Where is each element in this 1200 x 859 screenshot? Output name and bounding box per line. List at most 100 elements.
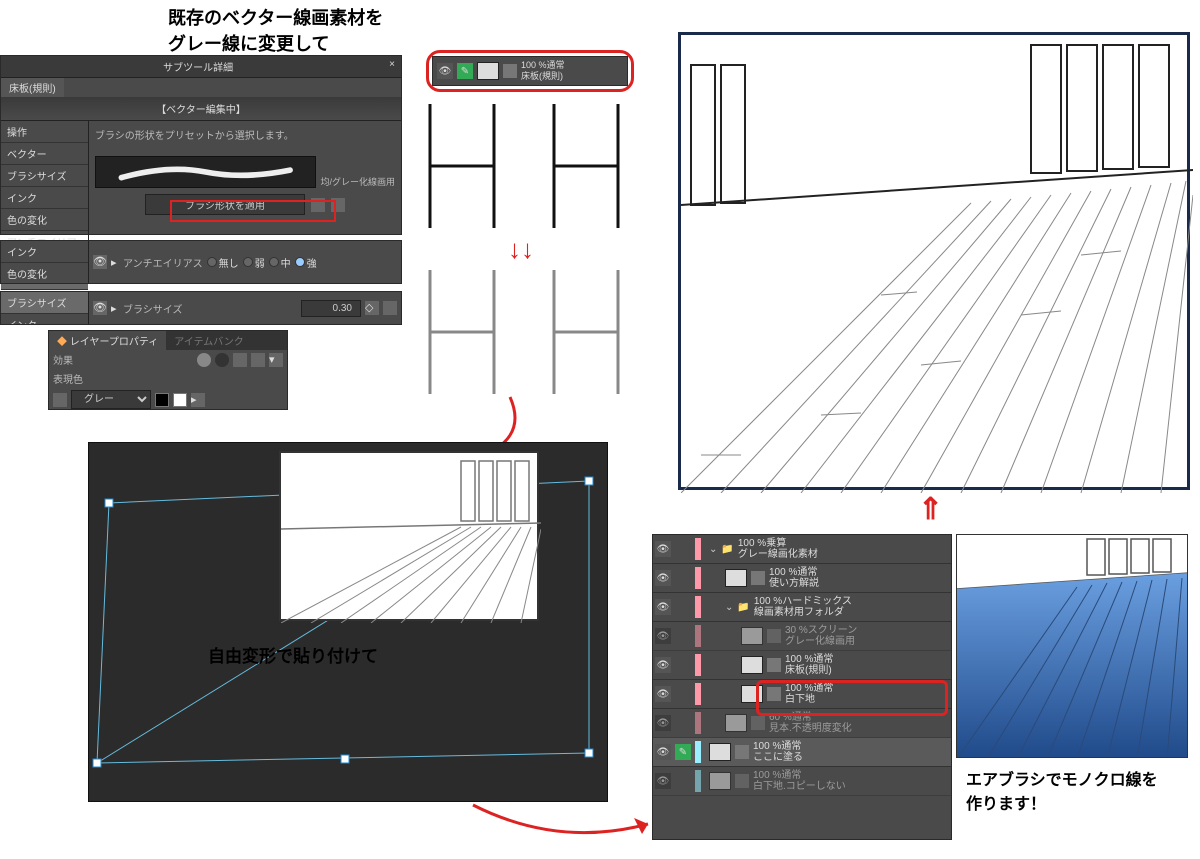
layerprop-panel: ◆ レイヤープロパティ アイテムバンク 効果 ▾ 表現色 グレー ▸	[48, 330, 288, 410]
eye-icon[interactable]: 👁	[655, 628, 671, 644]
eye-icon[interactable]: 👁	[655, 773, 671, 789]
cat-ink2[interactable]: インク	[1, 241, 88, 263]
layer-name: 線画素材用フォルダ	[754, 607, 852, 618]
color-tag	[695, 654, 701, 676]
folder-icon: 📁	[737, 602, 749, 613]
subtool-titlebar: サブツール詳細 ×	[1, 56, 401, 78]
pressure-icon[interactable]	[383, 301, 397, 315]
cat-colorchange[interactable]: 色の変化	[1, 209, 88, 231]
eye-icon[interactable]: 👁	[93, 301, 107, 315]
arrow-up: ⇑	[918, 492, 943, 527]
cat-colorchange2[interactable]: 色の変化	[1, 263, 88, 283]
aa-none[interactable]: 無し	[207, 255, 239, 270]
layer-row[interactable]: 👁 30 %スクリーングレー化線画用	[653, 622, 951, 651]
eye-icon[interactable]: 👁	[655, 541, 671, 557]
pen-icon[interactable]: ✎	[675, 744, 691, 760]
folder-toggle-icon[interactable]: ⌄	[709, 544, 717, 555]
antialias-panel: インク 色の変化 アンチエイリアス 👁 ▸ アンチエイリアス 無し 弱 中 強	[0, 240, 402, 284]
pattern-before	[418, 104, 644, 228]
layer-mode: 100 %乗算	[738, 538, 818, 549]
color-label: 表現色	[53, 371, 83, 386]
folder-toggle-icon[interactable]: ⌄	[725, 602, 733, 613]
eye-icon[interactable]: 👁	[655, 599, 671, 615]
cat-brushsize2[interactable]: ブラシサイズ	[1, 292, 88, 314]
cat-brushsize[interactable]: ブラシサイズ	[1, 165, 88, 187]
mask-icon	[751, 716, 765, 730]
eye-icon[interactable]: 👁	[655, 570, 671, 586]
brushsize-panel: ブラシサイズ インク 👁 ▸ ブラシサイズ ◇	[0, 291, 402, 325]
layer-name: グレー化線画用	[785, 636, 857, 647]
mask-icon	[735, 745, 749, 759]
aa-strong[interactable]: 強	[295, 255, 317, 270]
close-icon[interactable]: ×	[389, 59, 395, 74]
eye-icon[interactable]: 👁	[655, 744, 671, 760]
layer-mode: 100 %ハードミックス	[754, 596, 852, 607]
effect-btn1[interactable]	[197, 353, 211, 367]
aa-weak[interactable]: 弱	[243, 255, 265, 270]
layer-name: 見本.不透明度変化	[769, 723, 852, 734]
effect-btn3[interactable]	[233, 353, 247, 367]
color-tag	[695, 538, 701, 560]
color-mode-select[interactable]: グレー	[71, 390, 151, 409]
eye-icon[interactable]: 👁	[655, 686, 671, 702]
annotation-chip-highlight	[426, 50, 634, 92]
brush-preview[interactable]	[95, 156, 316, 188]
swatch-white[interactable]	[173, 393, 187, 407]
layer-row[interactable]: 👁✎100 %通常ここに塗る	[653, 738, 951, 767]
mask-icon	[751, 571, 765, 585]
color-tag	[695, 625, 701, 647]
layer-thumb	[709, 772, 731, 790]
eye-icon[interactable]: 👁	[655, 715, 671, 731]
pattern-after	[418, 270, 644, 394]
subtool-title: サブツール詳細	[7, 59, 389, 74]
subtool-categories: 操作 ベクター ブラシサイズ インク 色の変化 アンチエイリアス ブラシ形状	[1, 121, 89, 249]
layer-thumb	[741, 656, 763, 674]
stepper-icon[interactable]: ◇	[365, 301, 379, 315]
aa-mid[interactable]: 中	[269, 255, 291, 270]
tab-layerprop[interactable]: ◆ レイヤープロパティ	[49, 331, 166, 350]
layer-thumb	[725, 569, 747, 587]
layer-mode: 100 %通常	[785, 654, 833, 665]
size-input[interactable]	[301, 300, 361, 317]
layer-row[interactable]: 👁100 %通常使い方解説	[653, 564, 951, 593]
tab-itembank[interactable]: アイテムバンク	[166, 331, 252, 350]
layer-row[interactable]: 👁100 %通常白下地.コピーしない	[653, 767, 951, 796]
layer-thumb	[725, 714, 747, 732]
cat-ink3[interactable]: インク	[1, 314, 88, 324]
eye-icon[interactable]: 👁	[655, 657, 671, 673]
size-label: ブラシサイズ	[123, 301, 183, 316]
eye-icon[interactable]: 👁	[93, 255, 107, 269]
color-swatch-icon	[53, 393, 67, 407]
annotation-layer-highlight	[756, 680, 948, 716]
heading-top: 既存のベクター線画素材を グレー線に変更して	[168, 4, 383, 56]
mask-icon	[767, 658, 781, 672]
swap-icon[interactable]: ▸	[191, 393, 205, 407]
inset-room	[279, 451, 539, 621]
color-tag	[695, 596, 701, 618]
layer-row[interactable]: 👁100 %通常床板(規則)	[653, 651, 951, 680]
color-tag	[695, 770, 701, 792]
layer-row[interactable]: 👁⌄📁100 %乗算グレー線画化素材	[653, 535, 951, 564]
transform-canvas[interactable]	[88, 442, 608, 802]
layer-row[interactable]: 👁 ⌄ 📁 100 %ハードミックス線画素材用フォルダ	[653, 593, 951, 622]
layer-mode: 30 %スクリーン	[785, 625, 857, 636]
folder-icon: 📁	[721, 544, 733, 555]
editing-label: 【ベクター編集中】	[1, 97, 401, 121]
subtool-tab[interactable]: 床板(規則)	[1, 78, 64, 97]
layer-thumb	[741, 627, 763, 645]
effect-dropdown[interactable]: ▾	[269, 353, 283, 367]
cat-operation[interactable]: 操作	[1, 121, 88, 143]
effect-btn2[interactable]	[215, 353, 229, 367]
cat-ink[interactable]: インク	[1, 187, 88, 209]
effect-btn4[interactable]	[251, 353, 265, 367]
color-tag	[695, 567, 701, 589]
aa-label: アンチエイリアス	[123, 255, 203, 270]
swatch-black[interactable]	[155, 393, 169, 407]
color-tag	[695, 712, 701, 734]
cat-vector[interactable]: ベクター	[1, 143, 88, 165]
mask-icon	[767, 629, 781, 643]
room-render	[678, 32, 1190, 490]
layer-mode: 100 %通常	[753, 770, 846, 781]
annotation-apply-highlight	[170, 200, 336, 222]
layer-thumb	[709, 743, 731, 761]
